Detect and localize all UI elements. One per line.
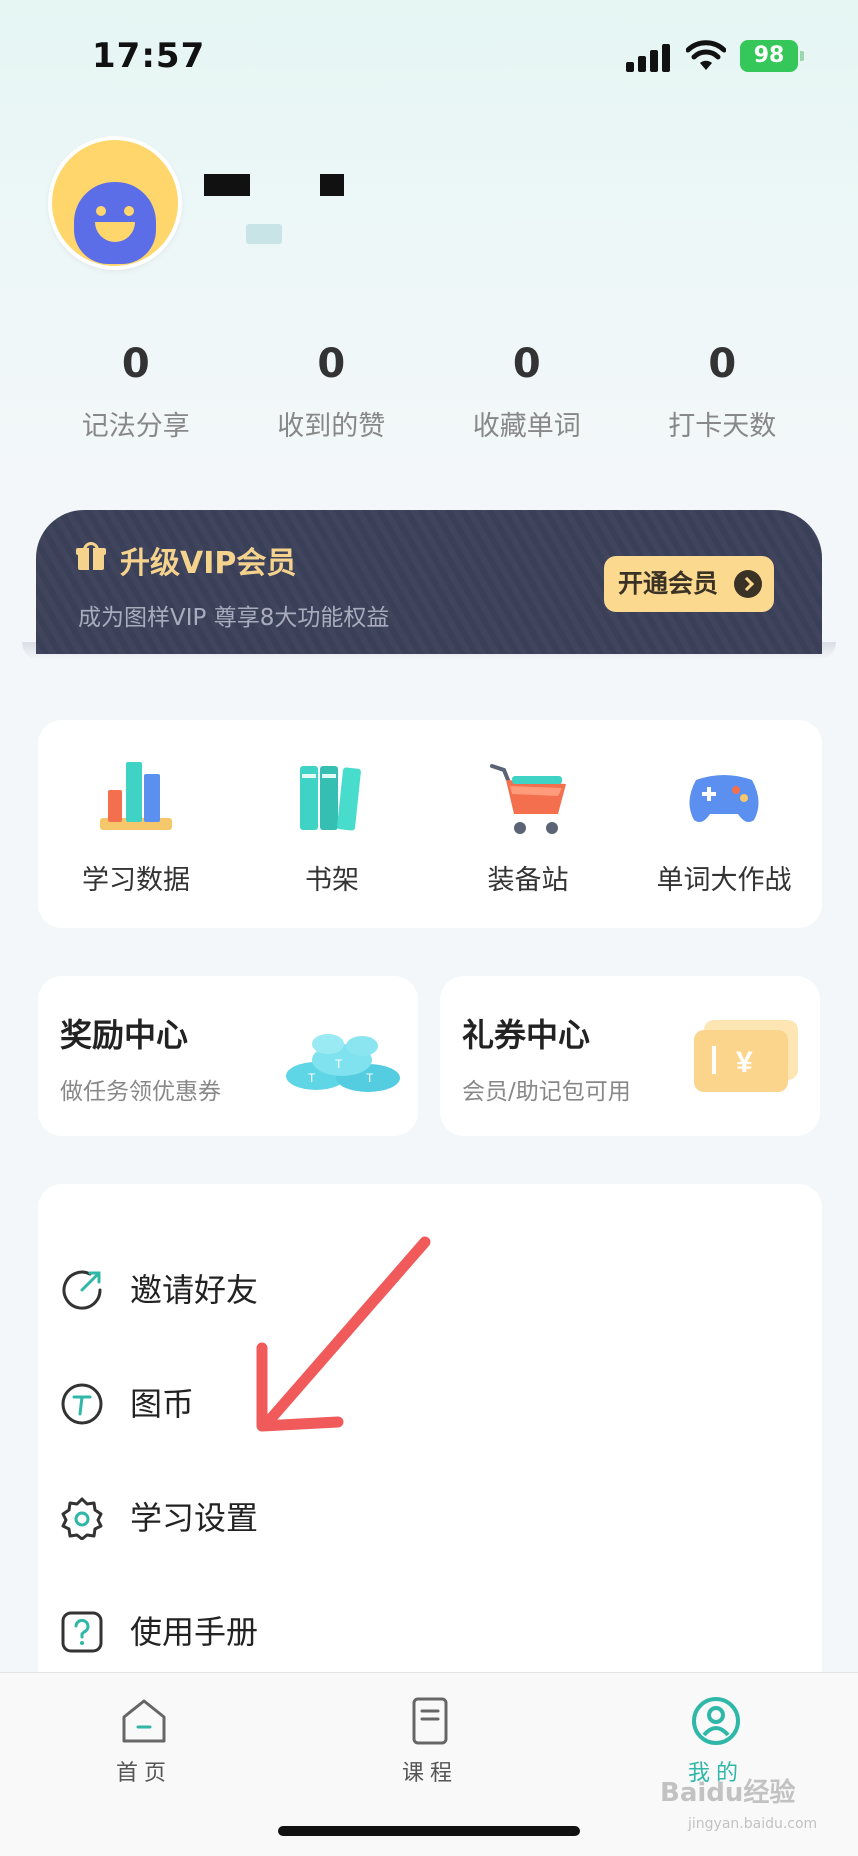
watermark-logo: Baidu经验 xyxy=(660,1778,796,1808)
status-time: 17:57 xyxy=(92,36,206,76)
wifi-icon xyxy=(686,40,726,70)
coins-icon: T T T xyxy=(286,1034,400,1092)
quick-link-bookshelf[interactable]: 书架 xyxy=(234,720,430,928)
book-icon xyxy=(412,1697,448,1745)
bookshelf-icon xyxy=(300,766,361,831)
watermark-url: jingyan.baidu.com xyxy=(688,1816,818,1832)
menu-label: 图币 xyxy=(130,1385,195,1423)
stat-label: 记法分享 xyxy=(81,411,190,442)
open-vip-label: 开通会员 xyxy=(618,569,719,598)
stats-row: 0 记法分享 0 收到的赞 0 收藏单词 0 打卡天数 xyxy=(38,338,820,448)
username-redacted xyxy=(320,174,344,196)
svg-text:T: T xyxy=(366,1071,374,1085)
menu-item-user-manual[interactable]: 使用手册 xyxy=(38,1582,822,1682)
tab-home[interactable]: 首页 xyxy=(74,1695,214,1795)
bar-chart-icon xyxy=(100,762,172,830)
gear-icon xyxy=(61,1497,103,1540)
stat-label: 收藏单词 xyxy=(472,411,581,442)
gift-icon xyxy=(76,542,106,570)
card-title: 奖励中心 xyxy=(60,1016,189,1054)
shopping-cart-icon xyxy=(490,764,566,834)
menu-item-coins[interactable]: 图币 xyxy=(38,1354,822,1454)
tab-label: 课程 xyxy=(401,1761,458,1786)
quick-link-label: 装备站 xyxy=(487,865,569,896)
stat-label: 收到的赞 xyxy=(277,411,386,442)
menu-list: 邀请好友 图币 学习设置 使用手册 xyxy=(38,1184,822,1684)
avatar-face-icon xyxy=(74,182,156,264)
card-title: 礼券中心 xyxy=(462,1016,591,1054)
vip-banner[interactable]: 升级VIP会员 成为图样VIP 尊享8大功能权益 开通会员 xyxy=(36,510,822,654)
tab-courses[interactable]: 课程 xyxy=(360,1695,500,1795)
battery-icon: 98 xyxy=(740,40,804,72)
quick-link-label: 单词大作战 xyxy=(656,865,792,896)
card-subtitle: 会员/助记包可用 xyxy=(462,1079,631,1105)
quick-link-equipment[interactable]: 装备站 xyxy=(430,720,626,928)
gamepad-icon xyxy=(689,775,759,822)
svg-text:¥: ¥ xyxy=(736,1046,753,1079)
reward-center-card[interactable]: 奖励中心 做任务领优惠券 T T T xyxy=(38,976,418,1136)
menu-item-invite-friends[interactable]: 邀请好友 xyxy=(38,1240,822,1340)
username-redacted xyxy=(204,174,250,196)
share-icon xyxy=(62,1270,102,1310)
user-badge xyxy=(246,224,282,244)
card-subtitle: 做任务领优惠券 xyxy=(60,1079,221,1105)
vip-subtitle: 成为图样VIP 尊享8大功能权益 xyxy=(78,605,390,631)
avatar[interactable] xyxy=(48,136,182,270)
menu-item-study-settings[interactable]: 学习设置 xyxy=(38,1468,822,1568)
stat-shares[interactable]: 0 记法分享 xyxy=(38,338,234,448)
stat-saved-words[interactable]: 0 收藏单词 xyxy=(429,338,625,448)
home-indicator xyxy=(278,1826,580,1836)
signal-icon xyxy=(626,44,672,72)
stat-value: 0 xyxy=(512,341,541,387)
svg-text:T: T xyxy=(335,1057,343,1071)
help-icon xyxy=(61,1611,103,1653)
battery-level: 98 xyxy=(753,43,785,68)
tab-label: 首页 xyxy=(115,1761,172,1786)
quick-link-label: 学习数据 xyxy=(82,865,190,896)
stat-checkin-days[interactable]: 0 打卡天数 xyxy=(625,338,821,448)
coin-icon xyxy=(61,1383,103,1425)
quick-link-word-battle[interactable]: 单词大作战 xyxy=(626,720,822,928)
vip-title: 升级VIP会员 xyxy=(120,546,297,581)
menu-label: 邀请好友 xyxy=(130,1271,259,1309)
stat-value: 0 xyxy=(317,341,346,387)
home-icon xyxy=(122,1699,166,1743)
svg-text:T: T xyxy=(308,1071,316,1085)
profile-icon xyxy=(692,1697,740,1745)
coupon-icon: ¥ xyxy=(694,1020,798,1092)
open-vip-button[interactable]: 开通会员 xyxy=(604,556,774,612)
stat-label: 打卡天数 xyxy=(668,411,777,442)
quick-links: 学习数据 书架 装备站 单词大作战 xyxy=(38,720,822,928)
chevron-right-icon xyxy=(734,570,762,598)
status-bar: 17:57 98 xyxy=(0,0,858,110)
stat-value: 0 xyxy=(121,341,150,387)
stat-likes[interactable]: 0 收到的赞 xyxy=(234,338,430,448)
quick-link-study-data[interactable]: 学习数据 xyxy=(38,720,234,928)
quick-link-label: 书架 xyxy=(305,865,359,896)
menu-label: 学习设置 xyxy=(130,1499,259,1537)
menu-label: 使用手册 xyxy=(130,1613,259,1651)
coupon-center-card[interactable]: 礼券中心 会员/助记包可用 ¥ xyxy=(440,976,820,1136)
stat-value: 0 xyxy=(708,341,737,387)
